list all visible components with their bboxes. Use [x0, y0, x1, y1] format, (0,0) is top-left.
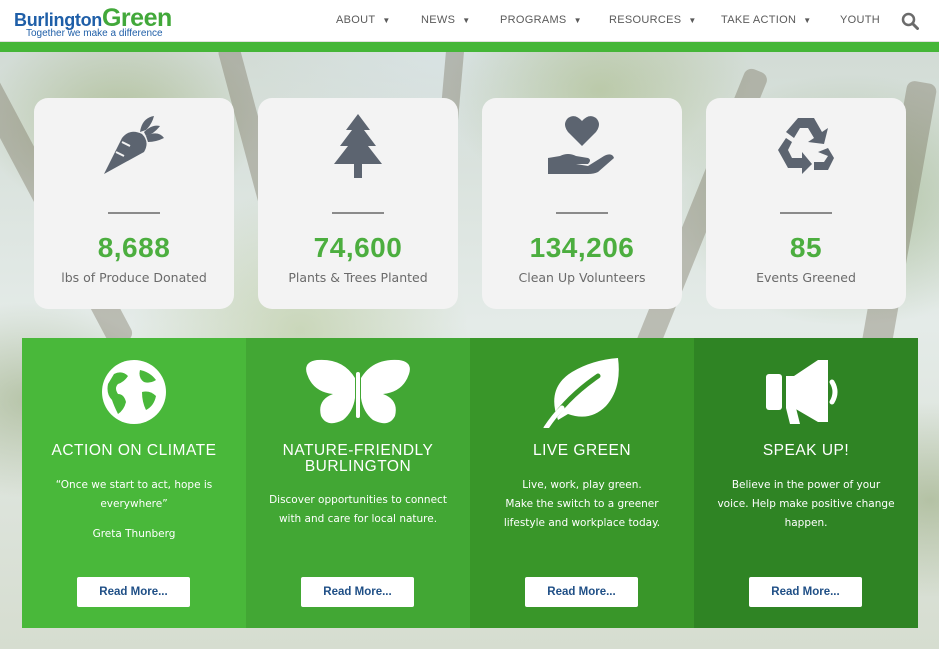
stat-value: 8,688: [97, 232, 171, 263]
nav-item-resources[interactable]: RESOURCES ▼: [609, 14, 697, 26]
read-more-button[interactable]: Read More...: [525, 577, 638, 607]
stat-card-trees: 74,600 Plants & Trees Planted: [258, 98, 458, 309]
nav-label: PROGRAMS: [500, 14, 567, 26]
stat-card-produce: 8,688 lbs of Produce Donated: [34, 98, 234, 309]
nav-item-about[interactable]: ABOUT ▼: [336, 14, 391, 26]
stat-label: Events Greened: [756, 270, 856, 285]
nav-item-news[interactable]: NEWS ▼: [421, 14, 470, 26]
stat-divider: [108, 212, 160, 214]
chevron-down-icon: ▼: [573, 16, 582, 25]
chevron-down-icon: ▼: [462, 16, 471, 25]
feature-line: Make the switch to a greener lifestyle a…: [503, 498, 661, 529]
leaf-icon: [543, 358, 619, 428]
butterfly-icon: [306, 359, 410, 424]
carrot-icon: [104, 116, 164, 174]
nav-label: NEWS: [421, 14, 456, 26]
feature-speak-up: SPEAK UP! Believe in the power of your v…: [694, 338, 918, 628]
stat-value: 85: [789, 232, 823, 263]
feature-quote: “Once we start to act, hope is everywher…: [55, 479, 213, 510]
feature-description: Believe in the power of your voice. Help…: [717, 479, 895, 529]
feature-description: Discover opportunities to connect with a…: [269, 494, 447, 525]
chevron-down-icon: ▼: [688, 16, 697, 25]
stat-value: 134,206: [529, 232, 635, 263]
feature-nature-friendly: NATURE-FRIENDLY BURLINGTON Discover oppo…: [246, 338, 470, 628]
nav-label: YOUTH: [840, 14, 880, 26]
feature-title: LIVE GREEN: [532, 442, 632, 459]
nav-label: TAKE ACTION: [721, 14, 797, 26]
read-more-button[interactable]: Read More...: [749, 577, 862, 607]
hand-heart-icon: [548, 116, 614, 174]
nav-item-take-action[interactable]: TAKE ACTION ▼: [721, 14, 811, 26]
chevron-down-icon: ▼: [382, 16, 391, 25]
nav-label: ABOUT: [336, 14, 376, 26]
stat-label: Plants & Trees Planted: [288, 270, 428, 285]
stat-divider: [332, 212, 384, 214]
feature-description: Live, work, play green. Make the switch …: [492, 476, 672, 533]
stat-card-events: 85 Events Greened: [706, 98, 906, 309]
site-header: BurlingtonGreen Together we make a diffe…: [0, 0, 939, 42]
nav-label: RESOURCES: [609, 14, 682, 26]
feature-title: NATURE-FRIENDLY BURLINGTON: [282, 442, 434, 475]
stat-label: lbs of Produce Donated: [61, 270, 207, 285]
feature-title: ACTION ON CLIMATE: [51, 442, 217, 459]
feature-action-on-climate: ACTION ON CLIMATE “Once we start to act,…: [22, 338, 246, 628]
read-more-button[interactable]: Read More...: [301, 577, 414, 607]
stat-divider: [780, 212, 832, 214]
nav-item-programs[interactable]: PROGRAMS ▼: [500, 14, 582, 26]
header-accent-bar: [0, 42, 939, 52]
stat-card-volunteers: 134,206 Clean Up Volunteers: [482, 98, 682, 309]
stat-value: 74,600: [313, 232, 403, 263]
megaphone-icon: [766, 360, 838, 424]
main-nav: ABOUT ▼ NEWS ▼ PROGRAMS ▼ RESOURCES ▼ TAKE A…: [0, 0, 939, 42]
feature-quote-author: Greta Thunberg: [92, 528, 176, 540]
read-more-button[interactable]: Read More...: [77, 577, 190, 607]
feature-live-green: LIVE GREEN Live, work, play green. Make …: [470, 338, 694, 628]
nav-item-youth[interactable]: YOUTH: [840, 14, 880, 26]
stat-divider: [556, 212, 608, 214]
chevron-down-icon: ▼: [803, 16, 812, 25]
search-icon[interactable]: [901, 12, 919, 30]
globe-icon: [102, 360, 166, 424]
stat-label: Clean Up Volunteers: [518, 270, 646, 285]
feature-line: Live, work, play green.: [522, 479, 642, 491]
recycle-icon: [778, 118, 834, 174]
feature-title: SPEAK UP!: [762, 442, 850, 459]
tree-icon: [334, 114, 382, 178]
